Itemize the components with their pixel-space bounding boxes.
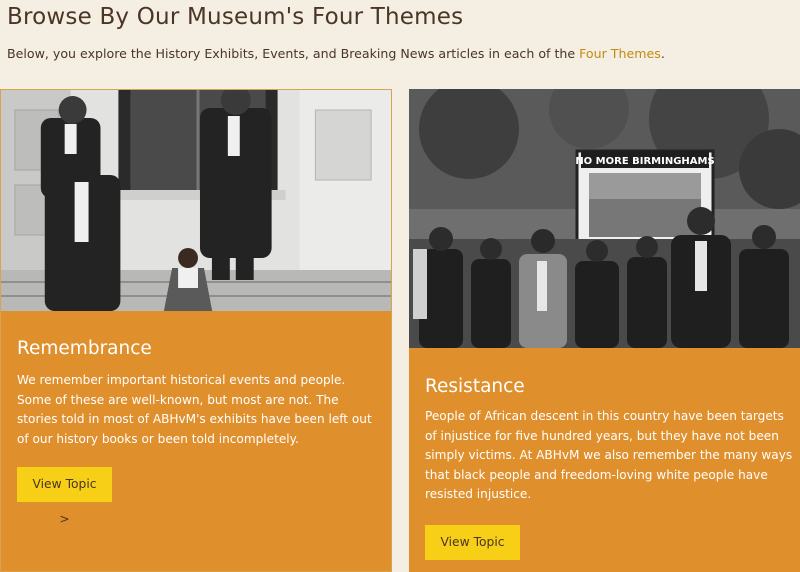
theme-card-resistance: NO MORE BIRMINGHAMS Resistance People of… xyxy=(409,89,800,572)
card-title: Resistance xyxy=(425,376,525,397)
section-intro: Below, you explore the History Exhibits,… xyxy=(7,46,665,61)
card-title: Remembrance xyxy=(17,338,152,359)
four-themes-link[interactable]: Four Themes xyxy=(579,46,661,61)
intro-end: . xyxy=(660,46,665,61)
section-title: Browse By Our Museum's Four Themes xyxy=(7,4,464,30)
resistance-photo: NO MORE BIRMINGHAMS xyxy=(409,89,800,348)
card-description: People of African descent in this countr… xyxy=(425,409,793,501)
card-description: We remember important historical events … xyxy=(17,373,372,446)
intro-text: Below, you explore the History Exhibits,… xyxy=(7,46,580,61)
view-topic-button[interactable]: View Topic > xyxy=(425,525,520,572)
view-topic-button[interactable]: View Topic > xyxy=(17,467,112,526)
remembrance-photo xyxy=(1,90,391,311)
sign-text: NO MORE BIRMINGHAMS xyxy=(575,156,714,167)
theme-card-remembrance: Remembrance We remember important histor… xyxy=(0,89,392,572)
